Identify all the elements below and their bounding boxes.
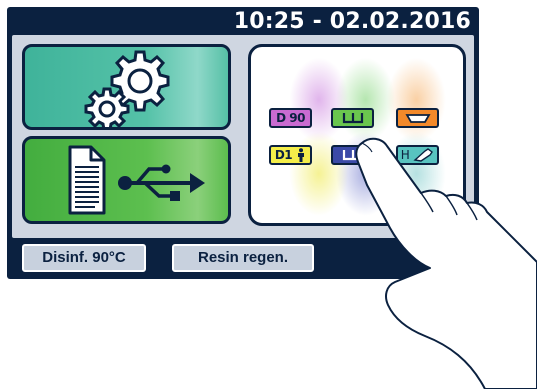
programs-panel: D 90 D1 H	[248, 44, 466, 226]
handpiece-icon	[413, 148, 434, 162]
w-tray-icon	[342, 150, 363, 161]
device-screen: 10:25 - 02.02.2016 D 90 D1 H Disinf. 90°…	[7, 7, 479, 279]
program-w2-button[interactable]	[331, 145, 374, 165]
program-basin-button[interactable]	[396, 108, 439, 128]
resin-regeneration-button[interactable]: Resin regen.	[172, 244, 314, 272]
usb-icon	[118, 164, 205, 201]
main-area: D 90 D1 H	[12, 35, 474, 238]
person-icon	[298, 148, 305, 162]
document-icon	[68, 145, 106, 215]
programs-background	[251, 47, 463, 223]
program-h-label: H	[400, 148, 410, 162]
usb-export-panel-button[interactable]	[22, 136, 231, 224]
program-w-button[interactable]	[331, 108, 374, 128]
basin-icon	[404, 114, 431, 123]
program-d90-button[interactable]: D 90	[269, 108, 312, 128]
w-tray-icon	[342, 113, 363, 124]
program-h-button[interactable]: H	[396, 145, 439, 165]
settings-panel-button[interactable]	[22, 44, 231, 130]
program-d90-label: D 90	[276, 111, 305, 125]
program-d1-label: D1	[274, 148, 293, 162]
datetime-display: 10:25 - 02.02.2016	[233, 9, 471, 34]
program-d1-button[interactable]: D1	[269, 145, 312, 165]
disinfection-button[interactable]: Disinf. 90°C	[22, 244, 146, 272]
gears-icon	[84, 50, 170, 127]
